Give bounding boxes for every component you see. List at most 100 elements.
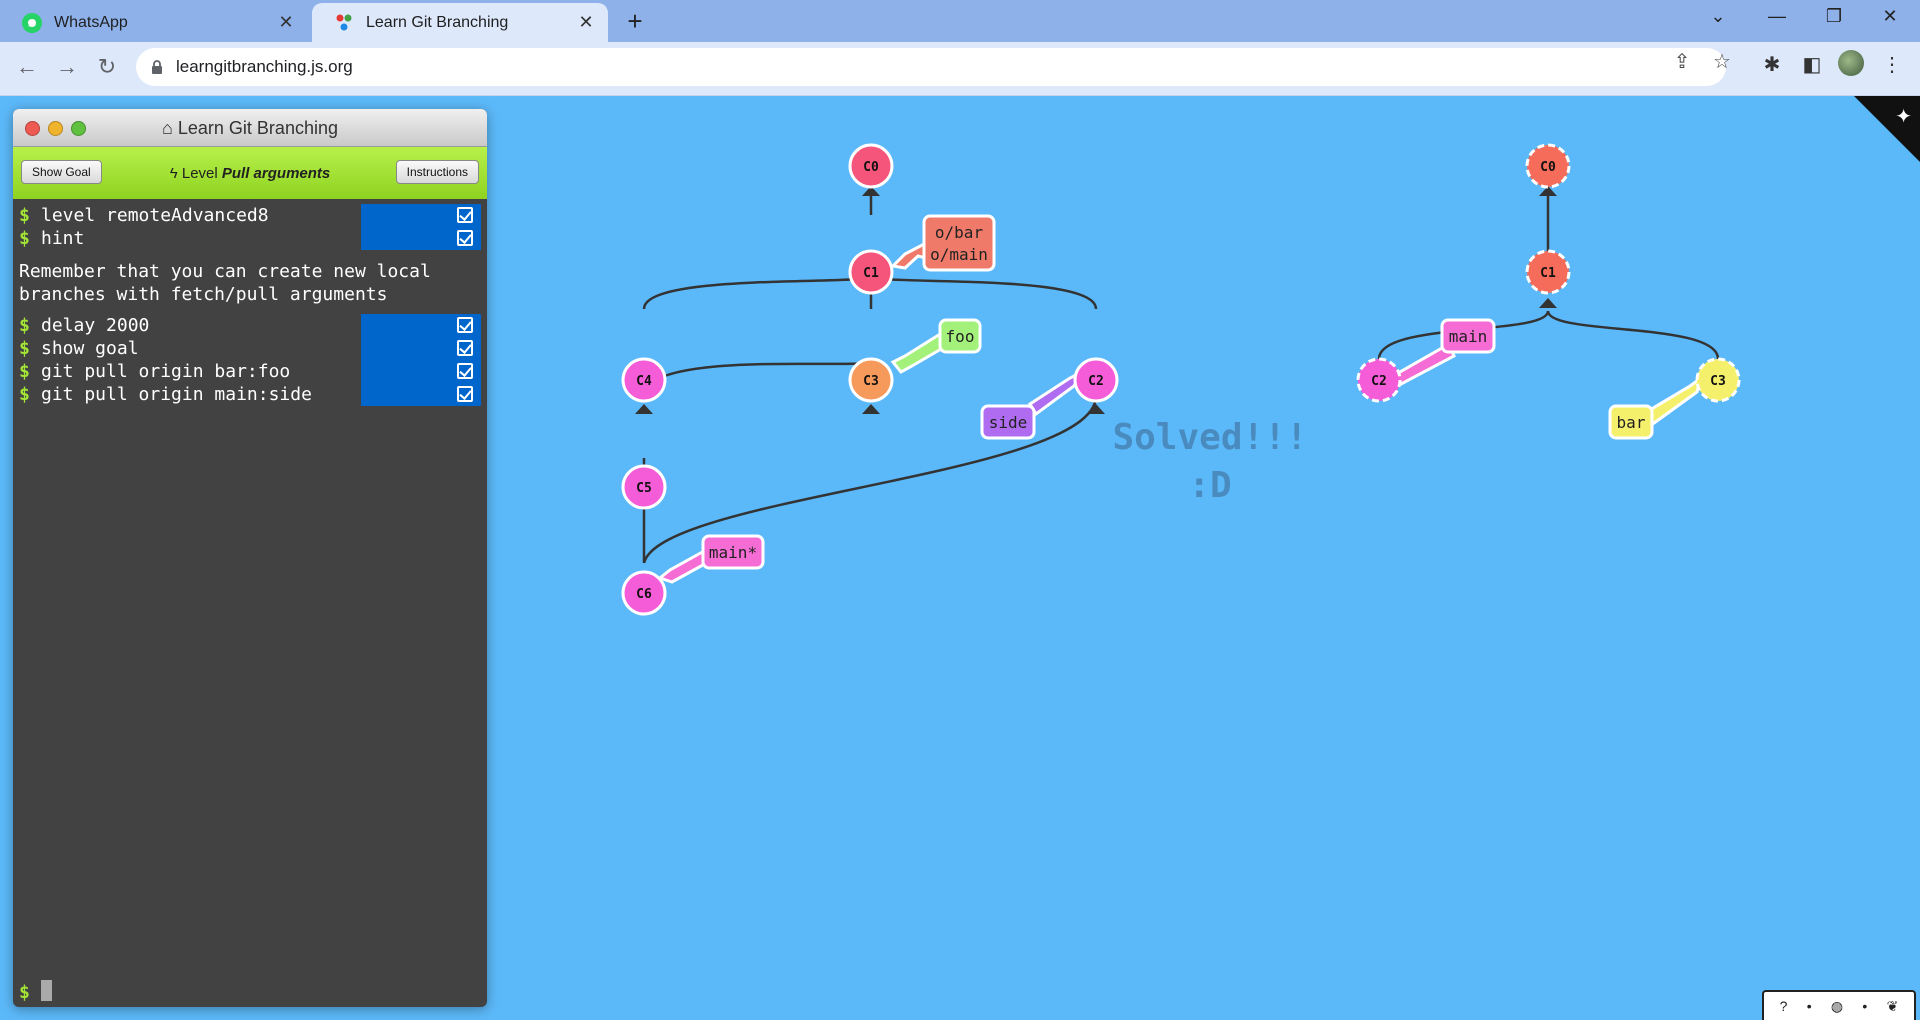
- commit-node-c0: C0: [848, 143, 894, 189]
- commit-label: C1: [863, 266, 879, 281]
- command-status: [361, 204, 481, 227]
- checkbox-icon: [457, 317, 473, 333]
- home-icon: ⌂: [162, 118, 173, 138]
- branch-name: bar: [1617, 413, 1646, 432]
- command-history-item: $ show goal: [13, 337, 487, 360]
- commit-label: C3: [863, 374, 879, 389]
- branch-name: main*: [709, 543, 757, 562]
- commit-label: C2: [1088, 374, 1104, 389]
- checkbox-icon: [457, 363, 473, 379]
- tab-whatsapp[interactable]: WhatsApp ✕: [0, 3, 308, 42]
- help-icon[interactable]: ?: [1780, 998, 1788, 1014]
- level-prefix: Level: [181, 165, 218, 182]
- input-prompt-symbol: $: [19, 982, 30, 1003]
- tab-search-icon[interactable]: ⌄: [1703, 6, 1733, 27]
- solved-face: :D: [1188, 465, 1232, 506]
- branch-label-side: side: [980, 404, 1036, 440]
- new-tab-icon[interactable]: +: [620, 6, 650, 37]
- branch-name: foo: [946, 327, 975, 346]
- tab-bar: WhatsApp ✕ Learn Git Branching ✕ + ⌄ — ❐…: [0, 0, 1920, 42]
- remote-commit-node-c3: C3: [1695, 357, 1741, 403]
- prompt-symbol: $: [19, 384, 30, 405]
- url-text: learngitbranching.js.org: [176, 57, 353, 76]
- checkbox-icon: [457, 207, 473, 223]
- branch-name: side: [989, 413, 1028, 432]
- side-panel-icon[interactable]: ◧: [1798, 52, 1826, 77]
- branch-label-main-current: main*: [701, 534, 765, 570]
- tab-label: WhatsApp: [54, 13, 128, 31]
- command-text: delay 2000: [41, 315, 150, 336]
- commit-label: C0: [863, 160, 879, 175]
- menu-icon[interactable]: ⋮: [1878, 52, 1906, 77]
- command-history-item: $ git pull origin main:side: [13, 383, 487, 406]
- command-status: [361, 314, 481, 337]
- reload-icon[interactable]: ↻: [92, 54, 122, 80]
- instructions-button[interactable]: Instructions: [395, 160, 479, 184]
- back-icon[interactable]: ←: [12, 54, 42, 80]
- command-terminal: ⌂ Learn Git Branching Show Goal ϟ Level …: [13, 109, 487, 1007]
- dot-separator: •: [1862, 998, 1868, 1014]
- twitter-icon[interactable]: ❦: [1887, 998, 1899, 1015]
- checkbox-icon: [457, 386, 473, 402]
- commit-label: C3: [1710, 374, 1726, 389]
- command-text: show goal: [41, 338, 139, 359]
- hint-text: Remember that you can create new local b…: [19, 261, 431, 305]
- terminal-title: ⌂ Learn Git Branching: [13, 118, 487, 139]
- prompt-symbol: $: [19, 205, 30, 226]
- level-name: Pull arguments: [221, 165, 331, 182]
- prompt-symbol: $: [19, 361, 30, 382]
- close-tab-icon[interactable]: ✕: [276, 12, 296, 33]
- remote-branch-label-bar: bar: [1608, 404, 1654, 440]
- close-window-icon[interactable]: ✕: [1875, 6, 1905, 27]
- command-text: hint: [41, 228, 85, 249]
- branch-name: o/main: [930, 245, 988, 264]
- share-icon[interactable]: ⇪: [1668, 49, 1696, 74]
- command-status: [361, 360, 481, 383]
- command-status: [361, 337, 481, 360]
- prompt-symbol: $: [19, 338, 30, 359]
- fork-icon[interactable]: ✦: [1895, 104, 1912, 129]
- commit-node-c5: C5: [621, 464, 667, 510]
- command-history-item: $ level remoteAdvanced8: [13, 204, 487, 227]
- level-bar: Show Goal ϟ Level Pull arguments Instruc…: [13, 147, 487, 199]
- branch-label-foo: foo: [938, 318, 982, 354]
- solved-message: Solved!!! :D: [1060, 414, 1360, 510]
- commit-node-c4: C4: [621, 357, 667, 403]
- branch-label-remote: o/bar o/main: [922, 214, 996, 272]
- commit-label: C0: [1540, 160, 1556, 175]
- command-input[interactable]: [41, 980, 52, 1001]
- prompt-symbol: $: [19, 315, 30, 336]
- commit-node-c6: C6: [621, 570, 667, 616]
- avatar[interactable]: [1838, 50, 1866, 76]
- command-history-item: $ delay 2000: [13, 314, 487, 337]
- commit-label: C4: [636, 374, 652, 389]
- commit-node-c3: C3: [848, 357, 894, 403]
- terminal-title-text: Learn Git Branching: [177, 118, 338, 138]
- commit-label: C2: [1371, 374, 1387, 389]
- checkbox-icon: [457, 340, 473, 356]
- command-history-item: $ hint: [13, 227, 487, 250]
- tab-label: Learn Git Branching: [366, 13, 509, 31]
- commit-label: C5: [636, 481, 652, 496]
- command-text: git pull origin bar:foo: [41, 361, 291, 382]
- solved-line: Solved!!!: [1112, 417, 1308, 458]
- lock-icon: [152, 60, 162, 74]
- forward-icon[interactable]: →: [52, 54, 82, 80]
- remote-branch-label-main: main: [1440, 318, 1496, 354]
- command-status: [361, 227, 481, 250]
- restore-icon[interactable]: ❐: [1819, 6, 1849, 27]
- branch-name: main: [1449, 327, 1488, 346]
- commit-node-c1: C1: [848, 249, 894, 295]
- url-input[interactable]: learngitbranching.js.org: [136, 48, 1726, 86]
- remote-commit-node-c0: C0: [1525, 143, 1571, 189]
- tab-learn-git-branching[interactable]: Learn Git Branching ✕: [312, 3, 608, 42]
- bookmark-star-icon[interactable]: ☆: [1708, 49, 1736, 74]
- whatsapp-icon: [22, 12, 42, 33]
- close-tab-icon[interactable]: ✕: [576, 12, 596, 33]
- commit-label: C1: [1540, 266, 1556, 281]
- extensions-icon[interactable]: ✱: [1758, 52, 1786, 77]
- terminal-titlebar: ⌂ Learn Git Branching: [13, 109, 487, 147]
- globe-icon[interactable]: ◍: [1831, 998, 1843, 1015]
- minimize-icon[interactable]: —: [1762, 6, 1792, 27]
- commit-label: C6: [636, 587, 652, 602]
